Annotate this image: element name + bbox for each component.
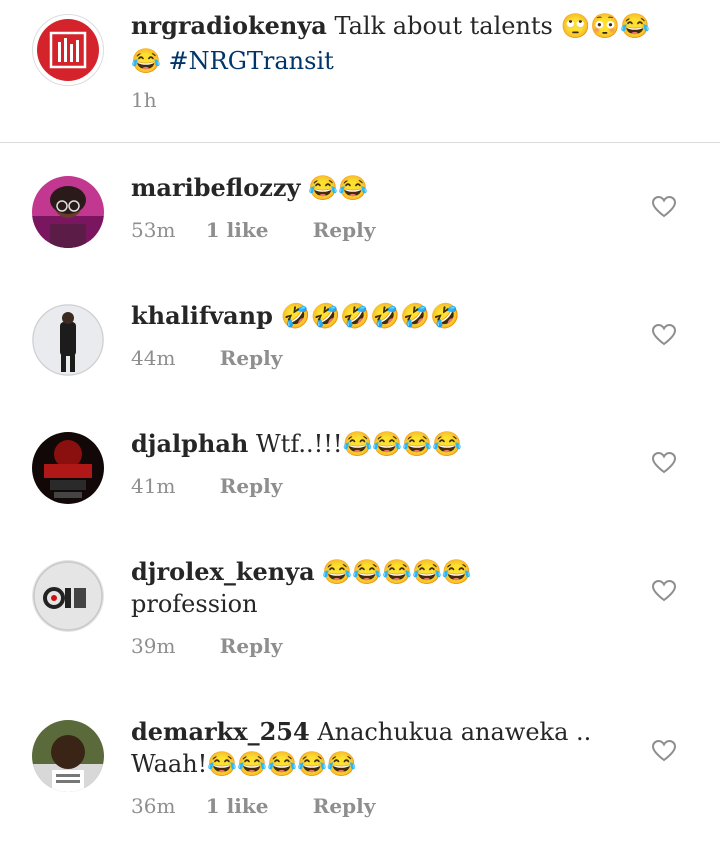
hashtag-link[interactable]: #NRGTransit — [169, 47, 334, 75]
likes-count[interactable]: 1 like — [206, 218, 269, 242]
reply-button[interactable]: Reply — [313, 794, 376, 818]
avatar[interactable] — [32, 432, 104, 504]
caption-body-2: 😂 — [131, 47, 161, 75]
comment-body: 😂😂😂😂😂 — [322, 558, 472, 586]
comment-text: khalifvanp 🤣🤣🤣🤣🤣🤣 — [131, 300, 611, 332]
avatar[interactable] — [32, 176, 104, 248]
reply-button[interactable]: Reply — [220, 634, 283, 658]
comment-body: 🤣🤣🤣🤣🤣🤣 — [280, 302, 460, 330]
avatar[interactable] — [32, 720, 104, 792]
comment-body: Anachukua anaweka .. — [317, 718, 592, 746]
comment-username[interactable]: djalphah — [131, 429, 248, 458]
comment-timestamp: 53m — [131, 218, 176, 242]
comment-username[interactable]: demarkx_254 — [131, 717, 310, 746]
comment-username[interactable]: djrolex_kenya — [131, 557, 315, 586]
comment-text: djrolex_kenya 😂😂😂😂😂 profession — [131, 556, 611, 620]
heart-outline-icon[interactable] — [652, 196, 676, 218]
comment-timestamp: 41m — [131, 474, 176, 498]
comment-meta: 41m Reply — [131, 474, 282, 498]
comment-timestamp: 44m — [131, 346, 176, 370]
comment-meta: 36m 1 like Reply — [131, 794, 375, 818]
reply-button[interactable]: Reply — [220, 474, 283, 498]
likes-count[interactable]: 1 like — [206, 794, 269, 818]
caption-text: nrgradiokenya Talk about talents 🙄😳😂 😂 #… — [131, 8, 691, 79]
comment-meta: 53m 1 like Reply — [131, 218, 375, 242]
avatar[interactable] — [32, 304, 104, 376]
nrg-logo-icon — [37, 19, 99, 81]
comment-text: maribeflozzy 😂😂 — [131, 172, 611, 204]
reply-button[interactable]: Reply — [220, 346, 283, 370]
caption-username[interactable]: nrgradiokenya — [131, 11, 327, 40]
comment-body: Wtf..!!!😂😂😂😂 — [256, 430, 463, 458]
comment-timestamp: 36m — [131, 794, 176, 818]
comment-meta: 44m Reply — [131, 346, 282, 370]
heart-outline-icon[interactable] — [652, 740, 676, 762]
comment-username[interactable]: maribeflozzy — [131, 173, 300, 202]
comment-text: demarkx_254 Anachukua anaweka .. Waah!😂😂… — [131, 716, 611, 780]
heart-outline-icon[interactable] — [652, 580, 676, 602]
comment-body: 😂😂 — [308, 174, 368, 202]
post-caption: nrgradiokenya Talk about talents 🙄😳😂 😂 #… — [0, 0, 720, 143]
heart-outline-icon[interactable] — [652, 452, 676, 474]
comment-text: djalphah Wtf..!!!😂😂😂😂 — [131, 428, 611, 460]
comment-body-2: Waah!😂😂😂😂😂 — [131, 750, 357, 778]
comment-meta: 39m Reply — [131, 634, 282, 658]
avatar[interactable] — [32, 14, 104, 86]
caption-timestamp: 1h — [131, 88, 157, 112]
comment-timestamp: 39m — [131, 634, 176, 658]
heart-outline-icon[interactable] — [652, 324, 676, 346]
avatar[interactable] — [32, 560, 104, 632]
comment-username[interactable]: khalifvanp — [131, 301, 273, 330]
reply-button[interactable]: Reply — [313, 218, 376, 242]
caption-body: Talk about talents 🙄😳😂 — [334, 12, 651, 40]
comment-body-2: profession — [131, 590, 258, 618]
